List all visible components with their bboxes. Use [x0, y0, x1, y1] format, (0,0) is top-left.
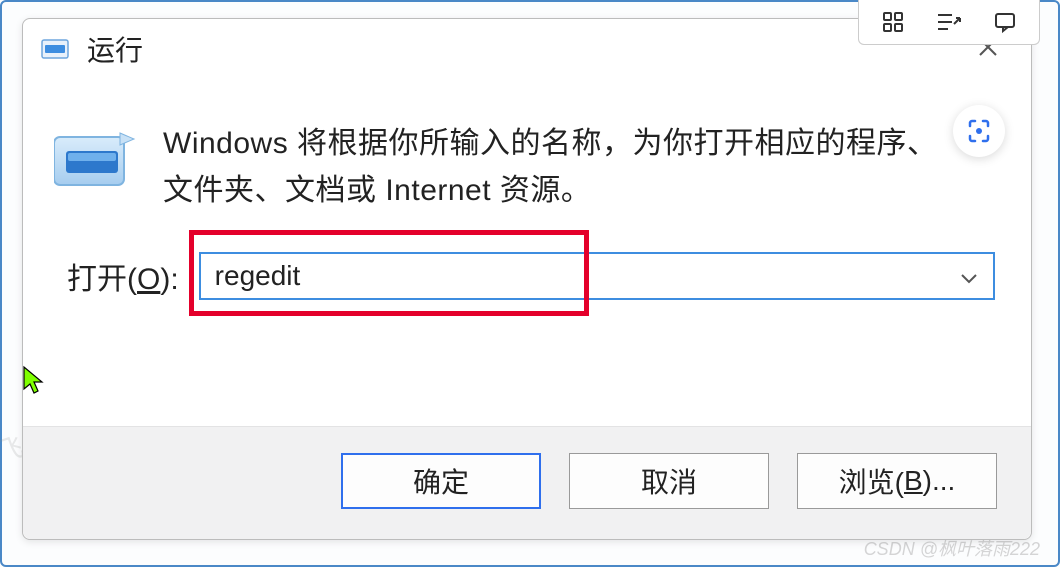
run-title-icon — [39, 35, 73, 63]
cursor-icon — [22, 365, 46, 395]
scan-button[interactable] — [953, 105, 1005, 157]
dialog-title: 运行 — [87, 29, 143, 69]
feishu-toolbar — [858, 0, 1040, 45]
run-big-icon — [51, 121, 139, 199]
grid-icon[interactable] — [879, 8, 907, 36]
browse-button[interactable]: 浏览(B)... — [797, 453, 997, 509]
content-row: Windows 将根据你所输入的名称，为你打开相应的程序、文件夹、文档或 Int… — [23, 75, 1031, 224]
input-row: 打开(O): regedit — [23, 224, 1031, 328]
open-input-value: regedit — [215, 260, 301, 292]
comment-icon[interactable] — [991, 8, 1019, 36]
arrow-list-icon[interactable] — [935, 8, 963, 36]
open-label: 打开(O): — [67, 254, 179, 298]
cancel-button[interactable]: 取消 — [569, 453, 769, 509]
open-combobox[interactable]: regedit — [199, 252, 995, 300]
dialog-description: Windows 将根据你所输入的名称，为你打开相应的程序、文件夹、文档或 Int… — [163, 121, 995, 214]
ok-button[interactable]: 确定 — [341, 453, 541, 509]
button-bar: 确定 取消 浏览(B)... — [23, 426, 1031, 539]
run-dialog: 运行 Windows 将根据你所输入的名称，为你打开相应的程序、文件夹、文档或 … — [22, 18, 1032, 540]
chevron-down-icon[interactable] — [959, 260, 979, 292]
